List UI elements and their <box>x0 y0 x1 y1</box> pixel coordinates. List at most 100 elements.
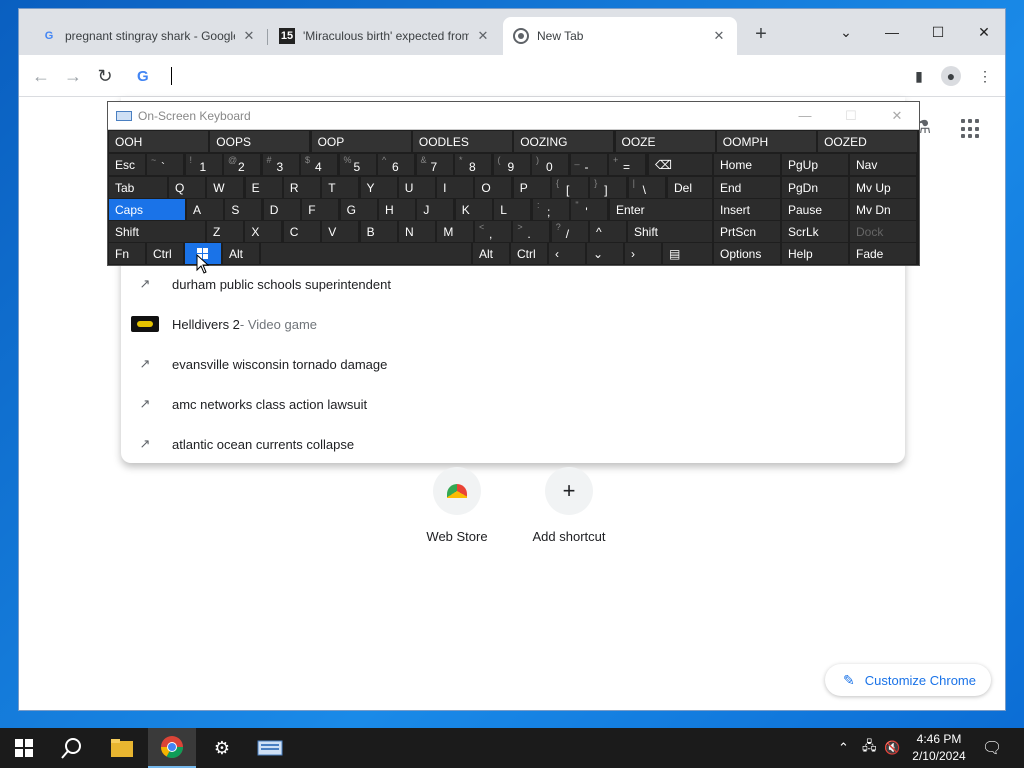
nav-key-pause[interactable]: Pause <box>782 199 848 220</box>
reload-icon[interactable]: ↻ <box>93 64 117 88</box>
start-button[interactable] <box>0 728 48 768</box>
key-h[interactable]: H <box>379 199 415 220</box>
prediction-oop[interactable]: OOP <box>311 131 411 152</box>
key-9[interactable]: (9 <box>493 154 530 175</box>
nav-key-end[interactable]: End <box>714 177 780 198</box>
menu-key[interactable]: ▤ <box>663 243 712 264</box>
ctrl-key[interactable]: Ctrl <box>147 243 183 264</box>
suggestion-item[interactable]: ↗ atlantic ocean currents collapse <box>121 424 905 464</box>
tab-google-search[interactable]: G pregnant stingray shark - Google ✕ <box>31 17 267 55</box>
osk-close-button[interactable]: ✕ <box>882 106 912 126</box>
key-3[interactable]: #3 <box>262 154 299 175</box>
enter-key[interactable]: Enter <box>610 199 712 220</box>
profile-icon[interactable]: ● <box>941 66 961 86</box>
osk-taskbar-icon[interactable] <box>246 728 294 768</box>
nav-key-fade[interactable]: Fade <box>850 243 916 264</box>
del-key[interactable]: Del <box>668 177 712 198</box>
key-8[interactable]: * 8 <box>455 154 491 175</box>
caps-key[interactable]: Caps <box>109 199 185 220</box>
nav-key-pgup[interactable]: PgUp <box>782 154 848 175</box>
key-j[interactable]: J <box>417 199 454 220</box>
nav-key-prtscn[interactable]: PrtScn <box>714 221 780 242</box>
shortcut-add[interactable]: + Add shortcut <box>509 467 629 544</box>
key-2[interactable]: @2 <box>224 154 260 175</box>
suggestion-item[interactable]: Helldivers 2 - Video game <box>121 304 905 344</box>
close-tab-icon[interactable]: ✕ <box>711 28 727 44</box>
suggestion-item[interactable]: ↗ evansville wisconsin tornado damage <box>121 344 905 384</box>
clock[interactable]: 4:46 PM 2/10/2024 <box>908 731 970 765</box>
fn-key[interactable]: Fn <box>109 243 145 264</box>
key-i[interactable]: I <box>437 177 474 198</box>
key-z[interactable]: Z <box>207 221 243 242</box>
key-`[interactable]: ~ ` <box>147 154 183 175</box>
prediction-oozing[interactable]: OOZING <box>514 131 614 152</box>
tab-search-icon[interactable]: ⌄ <box>823 17 869 47</box>
key-f[interactable]: F <box>302 199 339 220</box>
key-t[interactable]: T <box>322 177 359 198</box>
close-window-button[interactable]: ✕ <box>961 17 1005 47</box>
omnibox[interactable]: G <box>121 57 905 95</box>
prediction-oops[interactable]: OOPS <box>210 131 310 152</box>
close-tab-icon[interactable]: ✕ <box>475 28 491 44</box>
key-6[interactable]: ^ 6 <box>378 154 414 175</box>
key-m[interactable]: M <box>437 221 474 242</box>
prediction-ooh[interactable]: OOH <box>109 131 208 152</box>
nav-key-scrlk[interactable]: ScrLk <box>782 221 848 242</box>
key-5[interactable]: % 5 <box>339 154 376 175</box>
key-v[interactable]: V <box>322 221 359 242</box>
key-=[interactable]: + = <box>609 154 645 175</box>
esc-key[interactable]: Esc <box>109 154 145 175</box>
key--[interactable]: _ - <box>570 154 607 175</box>
network-icon[interactable]: 🖧 <box>862 728 877 768</box>
suggestion-item[interactable]: ↗ durham public schools superintendent <box>121 264 905 304</box>
left-arrow-key[interactable]: ‹ <box>549 243 585 264</box>
key-e[interactable]: E <box>245 177 282 198</box>
key-s[interactable]: S <box>225 199 262 220</box>
nav-key-mv-dn[interactable]: Mv Dn <box>850 199 916 220</box>
key-punct-1[interactable]: >. <box>513 221 550 242</box>
shift-right-key[interactable]: Shift <box>628 221 712 242</box>
key-x[interactable]: X <box>245 221 282 242</box>
nav-key-dock[interactable]: Dock <box>850 221 916 242</box>
shortcut-web-store[interactable]: Web Store <box>397 467 517 544</box>
key-y[interactable]: Y <box>360 177 397 198</box>
key-k[interactable]: K <box>455 199 492 220</box>
new-tab-button[interactable]: + <box>749 23 773 47</box>
nav-key-help[interactable]: Help <box>782 243 848 264</box>
key-c[interactable]: C <box>283 221 320 242</box>
menu-icon[interactable]: ⋮ <box>975 66 995 86</box>
key-quote[interactable]: " ' <box>571 199 608 220</box>
tab-miraculous-birth[interactable]: 15 'Miraculous birth' expected from ✕ <box>269 17 501 55</box>
key-a[interactable]: A <box>187 199 223 220</box>
backspace-key[interactable]: ⌫ <box>649 154 712 175</box>
nav-key-nav[interactable]: Nav <box>850 154 916 175</box>
prediction-oomph[interactable]: OOMPH <box>716 131 816 152</box>
maximize-button[interactable]: ☐ <box>915 17 961 47</box>
key-d[interactable]: D <box>263 199 300 220</box>
osk-minimize-button[interactable]: — <box>790 106 820 126</box>
nav-key-mv-up[interactable]: Mv Up <box>850 177 916 198</box>
key-w[interactable]: W <box>207 177 244 198</box>
key-[[interactable]: {[ <box>552 177 588 198</box>
alt-right-key[interactable]: Alt <box>473 243 509 264</box>
key-b[interactable]: B <box>360 221 397 242</box>
space-key[interactable] <box>261 243 471 264</box>
close-tab-icon[interactable]: ✕ <box>241 28 257 44</box>
show-hidden-icons[interactable]: ⌃ <box>838 728 849 768</box>
key-u[interactable]: U <box>398 177 435 198</box>
key-l[interactable]: L <box>494 199 531 220</box>
key-semicolon[interactable]: :; <box>533 199 569 220</box>
key-0[interactable]: ) 0 <box>532 154 568 175</box>
key-1[interactable]: ! 1 <box>185 154 222 175</box>
file-explorer-icon[interactable] <box>98 728 146 768</box>
key-7[interactable]: & 7 <box>416 154 453 175</box>
key-q[interactable]: Q <box>169 177 205 198</box>
nav-key-options[interactable]: Options <box>714 243 780 264</box>
down-arrow-key[interactable]: ⌄ <box>587 243 623 264</box>
up-arrow-key[interactable]: ^ <box>590 221 626 242</box>
prediction-oozed[interactable]: OOZED <box>818 131 918 152</box>
prediction-oodles[interactable]: OODLES <box>412 131 512 152</box>
key-p[interactable]: P <box>513 177 550 198</box>
minimize-button[interactable]: — <box>869 17 915 47</box>
nav-key-home[interactable]: Home <box>714 154 780 175</box>
